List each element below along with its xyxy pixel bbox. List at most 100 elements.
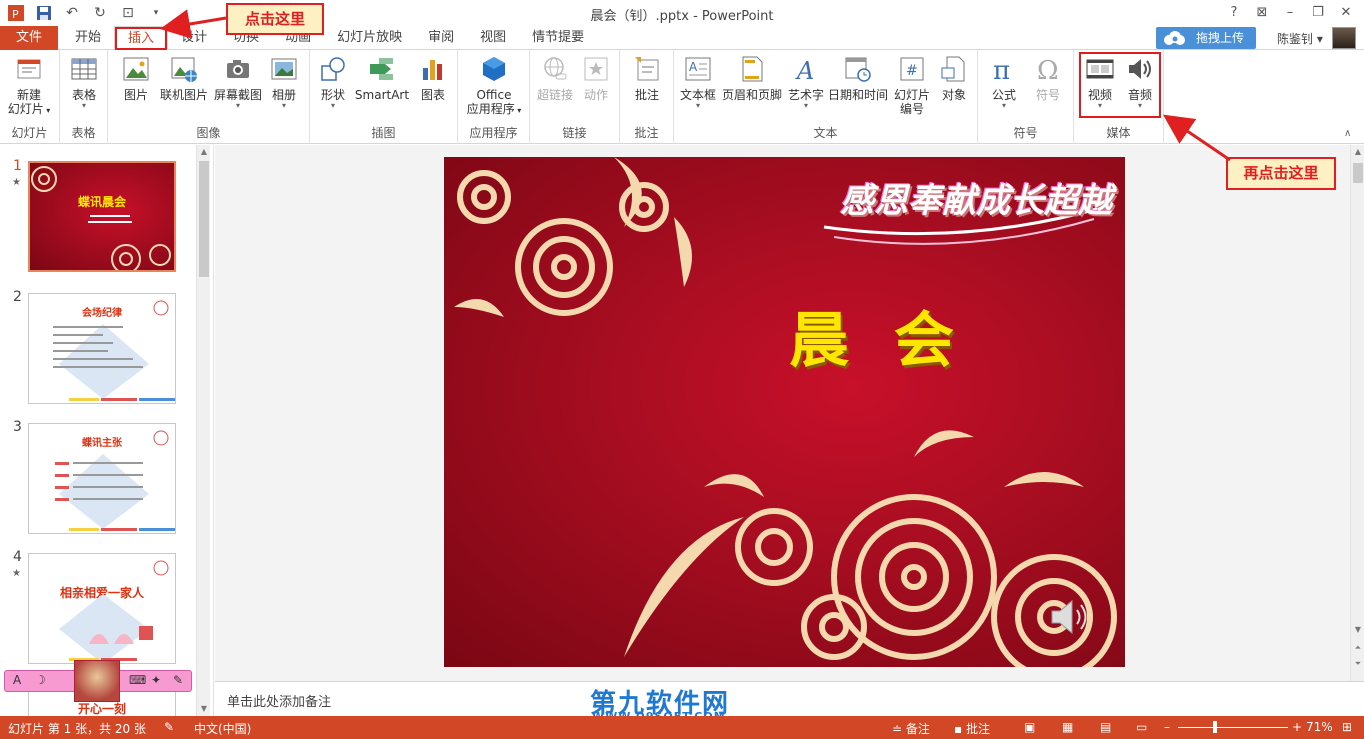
scroll-thumb[interactable] — [1353, 163, 1363, 183]
tab-design[interactable]: 设计 — [168, 26, 220, 50]
collapse-ribbon-icon[interactable]: ∧ — [1344, 128, 1351, 139]
tab-slideshow[interactable]: 幻灯片放映 — [324, 26, 415, 50]
slide-number: 3 — [13, 419, 22, 435]
fit-slide-icon[interactable]: ⊞ — [1342, 720, 1352, 734]
scroll-down-icon[interactable]: ▼ — [1351, 623, 1364, 637]
upload-label: 拖拽上传 — [1196, 31, 1245, 45]
user-name[interactable]: 陈鉴钊 ▾ — [1277, 30, 1323, 47]
moon-icon[interactable]: ☽ — [35, 673, 46, 687]
album-button[interactable]: 相册 ▾ — [264, 54, 304, 110]
omega-icon: Ω — [1037, 56, 1059, 84]
thumbnail-decor — [55, 430, 175, 531]
editor-scrollbar[interactable]: ▲ ▼ ⏶ ⏷ — [1350, 145, 1364, 681]
slide-thumbnail[interactable]: 相亲相爱一家人 — [28, 553, 176, 664]
table-button[interactable]: 表格 ▾ — [66, 54, 102, 110]
chart-button[interactable]: 图表 — [414, 54, 452, 102]
wordart-button[interactable]: A 艺术字 ▾ — [784, 54, 828, 110]
group-text: A 文本框 ▾ 页眉和页脚 A 艺术字 ▾ 日期和时间 # 幻灯片 编号 对象 文本 — [674, 50, 978, 144]
svg-text:#: # — [906, 63, 918, 79]
notes-placeholder[interactable]: 单击此处添加备注 — [227, 691, 331, 710]
avatar[interactable] — [1332, 27, 1356, 49]
group-label-apps: 应用程序 — [469, 126, 518, 140]
tab-file[interactable]: 文件 — [0, 26, 58, 50]
upload-button[interactable]: 拖拽上传 — [1156, 27, 1256, 49]
slide-number: 1 — [13, 158, 22, 174]
new-slide-button[interactable]: 新建 幻灯片 ▾ — [6, 54, 52, 118]
help-button[interactable]: ? — [1222, 2, 1246, 22]
previous-slide-icon[interactable]: ⏶ — [1351, 641, 1364, 655]
online-picture-icon — [171, 57, 197, 82]
svg-text:A: A — [795, 57, 814, 84]
keyboard-icon[interactable]: ⌨ — [129, 673, 146, 687]
minimize-button[interactable]: – — [1278, 2, 1302, 22]
header-footer-button[interactable]: 页眉和页脚 — [720, 54, 784, 102]
header-footer-icon — [742, 56, 763, 82]
notes-pane[interactable]: 单击此处添加备注 — [215, 681, 1364, 716]
spelling-icon[interactable]: ✎ — [164, 720, 174, 734]
object-button[interactable]: 对象 — [936, 54, 972, 102]
textbox-button[interactable]: A 文本框 ▾ — [678, 54, 718, 110]
slide-slogan[interactable]: 感恩奉献成长超越 — [840, 173, 1112, 222]
scroll-up-icon[interactable]: ▲ — [197, 145, 211, 159]
zoom-in-button[interactable]: + — [1292, 720, 1302, 734]
hyperlink-button[interactable]: 超链接 — [534, 54, 576, 102]
slide-number-button[interactable]: # 幻灯片 编号 — [892, 54, 932, 116]
picture-icon — [123, 57, 149, 81]
shapes-icon — [321, 57, 345, 81]
slide-thumbnail[interactable]: 蝶讯晨会 — [28, 161, 176, 272]
notes-toggle[interactable]: ≐ 备注 — [892, 720, 930, 737]
equation-button[interactable]: π 公式 ▾ — [984, 54, 1024, 110]
language-indicator[interactable]: 中文(中国) — [194, 720, 251, 737]
pinyin-icon[interactable]: ✦ — [151, 673, 161, 687]
svg-text:Ω: Ω — [1037, 56, 1059, 84]
slide-thumbnail[interactable]: 会场纪律 — [28, 293, 176, 404]
scroll-thumb[interactable] — [199, 161, 209, 277]
tab-home[interactable]: 开始 — [62, 26, 114, 50]
tab-insert[interactable]: 插入 — [114, 26, 169, 51]
restore-button[interactable]: ❐ — [1306, 2, 1330, 22]
online-picture-button[interactable]: 联机图片 — [156, 54, 212, 102]
group-label-tables: 表格 — [71, 126, 96, 140]
action-button[interactable]: 动作 — [578, 54, 614, 102]
next-slide-icon[interactable]: ⏷ — [1351, 657, 1364, 671]
zoom-level[interactable]: 71% — [1306, 720, 1333, 734]
thumbnails-scrollbar[interactable]: ▲ ▼ — [196, 145, 210, 716]
media-highlight-box — [1079, 52, 1161, 118]
watermark-logo: 第九软件网 WWW.D9SOFT.COM — [590, 683, 730, 723]
comment-button[interactable]: 批注 — [628, 54, 666, 102]
shapes-button[interactable]: 形状 ▾ — [316, 54, 350, 110]
slide-thumbnails-pane: 1 ★ 蝶讯晨会 2 会场纪律 3 蝶讯主张 4 ★ 相亲相爱一家人 开心一刻 … — [0, 145, 214, 716]
datetime-button[interactable]: 日期和时间 — [826, 54, 890, 102]
current-slide[interactable]: 感恩奉献成长超越 晨 会 — [444, 157, 1125, 667]
slide-thumbnail[interactable]: 蝶讯主张 — [28, 423, 176, 534]
scroll-up-icon[interactable]: ▲ — [1351, 145, 1364, 159]
zoom-slider[interactable] — [1178, 727, 1288, 728]
normal-view-icon[interactable]: ▣ — [1024, 720, 1035, 734]
smartart-button[interactable]: SmartArt — [354, 54, 410, 102]
zoom-slider-knob[interactable] — [1213, 721, 1217, 733]
comments-toggle[interactable]: ▪ 批注 — [954, 720, 990, 737]
screenshot-button[interactable]: 屏幕截图 ▾ — [212, 54, 264, 110]
slideshow-view-icon[interactable]: ▭ — [1136, 720, 1147, 734]
tab-review[interactable]: 审阅 — [415, 26, 467, 50]
scroll-down-icon[interactable]: ▼ — [197, 702, 211, 716]
ime-mode-label[interactable]: A — [13, 673, 21, 687]
close-button[interactable]: ✕ — [1334, 2, 1358, 22]
tab-storyboard[interactable]: 情节提要 — [519, 26, 597, 50]
picture-button[interactable]: 图片 — [116, 54, 156, 102]
slide-sorter-icon[interactable]: ▦ — [1062, 720, 1073, 734]
office-apps-button[interactable]: Office 应用程序 ▾ — [462, 54, 526, 118]
group-label-symbols: 符号 — [1013, 126, 1038, 140]
zoom-out-button[interactable]: – — [1164, 720, 1170, 734]
camera-icon — [227, 60, 249, 78]
slide-title[interactable]: 晨 会 — [789, 292, 966, 379]
ribbon-display-icon[interactable]: ⊠ — [1250, 2, 1274, 22]
thumbnail-decor — [59, 560, 169, 663]
audio-speaker-icon[interactable] — [1048, 597, 1094, 637]
wrench-icon[interactable]: ✎ — [173, 673, 183, 687]
reading-view-icon[interactable]: ▤ — [1100, 720, 1111, 734]
tab-view[interactable]: 视图 — [467, 26, 519, 50]
smartart-icon — [370, 58, 393, 80]
symbol-button[interactable]: Ω 符号 — [1028, 54, 1068, 102]
group-apps: Office 应用程序 ▾ 应用程序 — [458, 50, 530, 144]
